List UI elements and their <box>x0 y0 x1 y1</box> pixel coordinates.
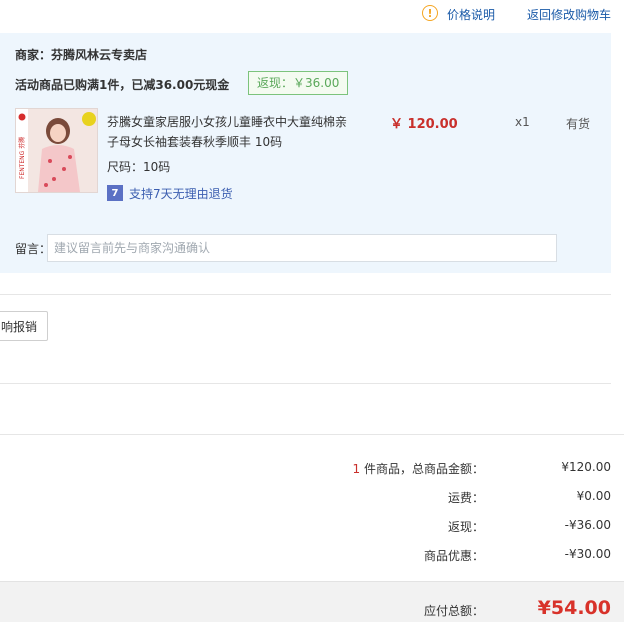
product-image: FENTENG 芬腾 <box>16 109 97 192</box>
divider <box>0 294 611 295</box>
product-price: ￥ 120.00 <box>390 117 458 132</box>
rebate-label: 返现： <box>447 520 484 534</box>
product-title[interactable]: 芬騰女童家居服小女孩儿童睡衣中大童纯棉亲子母女长袖套装春秋季顺丰 10码 <box>107 112 357 152</box>
promo-text: 活动商品已购满1件，已减36.00元现金 <box>15 78 230 92</box>
product-thumbnail[interactable]: FENTENG 芬腾 <box>15 108 98 193</box>
back-to-cart-link[interactable]: 返回修改购物车 <box>527 6 611 23</box>
thumb-brand-text: FENTENG 芬腾 <box>18 137 26 179</box>
invoice-button[interactable]: 响报销 <box>0 311 48 341</box>
items-total-label: 1 件商品，总商品金额： <box>353 460 484 477</box>
discount-amount: -¥30.00 <box>564 547 611 561</box>
rebate-tag: 返现：￥36.00 <box>248 71 349 95</box>
discount-label: 商品优惠： <box>423 549 484 563</box>
shipping-label: 运费： <box>447 491 484 505</box>
rebate-amount: -¥36.00 <box>564 518 611 532</box>
product-size: 尺码：10码 <box>107 160 171 174</box>
items-total-amount: ¥120.00 <box>561 460 611 474</box>
return-policy-link[interactable]: 支持7天无理由退货 <box>129 185 233 202</box>
product-quantity: x1 <box>515 115 530 129</box>
invoice-button-label: 响报销 <box>0 319 37 334</box>
total-bar <box>0 581 624 622</box>
divider <box>0 383 611 384</box>
price-info-icon[interactable]: ! <box>422 5 438 21</box>
message-input[interactable] <box>47 234 557 262</box>
stock-status: 有货 <box>566 117 591 131</box>
shipping-amount: ¥0.00 <box>576 489 611 503</box>
merchant-name: 商家：芬腾风林云专卖店 <box>15 48 148 62</box>
items-total-text: 件商品，总商品金额： <box>363 462 484 476</box>
return-policy-icon: 7 <box>107 185 123 201</box>
price-info-link[interactable]: 价格说明 <box>447 6 495 23</box>
divider <box>0 434 624 435</box>
total-label: 应付总额： <box>423 604 484 618</box>
item-count: 1 <box>352 462 361 476</box>
total-amount: ¥54.00 <box>537 597 611 619</box>
message-label: 留言： <box>15 242 52 256</box>
